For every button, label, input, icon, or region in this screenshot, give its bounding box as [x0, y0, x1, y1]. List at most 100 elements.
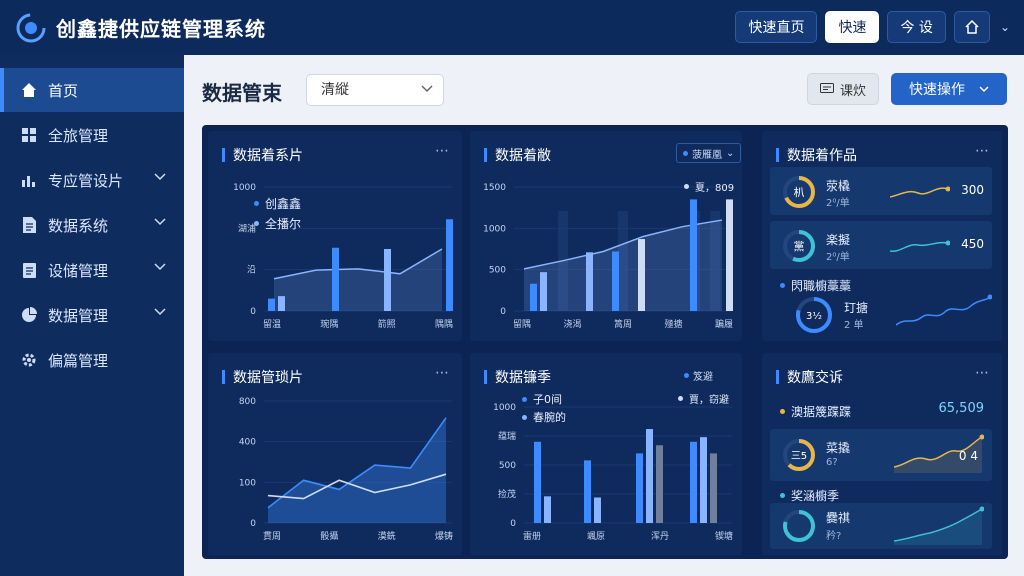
stat-card[interactable]: 三5 菜撬 6? 0 4: [770, 429, 992, 481]
y-tick-label: 500: [499, 461, 516, 471]
y-tick-label: 蕴瑞: [498, 430, 516, 442]
quick-action-label: 快速操作: [909, 82, 965, 98]
bar: [584, 460, 591, 523]
gear-icon: [20, 351, 38, 369]
y-tick-label: 1000: [493, 403, 516, 413]
x-tick-label: 锲塘: [715, 530, 733, 542]
panel-chart-3: 数据管琐片 ⋯ 800 400 100 0 貫周 骰攝 漠銑 爆铸: [208, 353, 462, 555]
sidebar-item-data-system[interactable]: 数据系统: [0, 203, 184, 247]
y-tick-label: 800: [239, 397, 256, 407]
bar: [612, 251, 619, 311]
card-label: 菜撬: [826, 441, 851, 455]
y-tick-label: 0: [500, 307, 506, 317]
settings-button[interactable]: 今 设: [887, 11, 946, 43]
legend-label: 子0间: [533, 393, 562, 406]
sidebar-item-global[interactable]: 全旅管理: [0, 113, 184, 157]
main-header: 数据管束 清縦 课炊 快速操作: [184, 55, 1024, 123]
progress-ring: 朳: [783, 176, 815, 208]
card-label: 玎搪: [844, 301, 869, 315]
bar: [594, 497, 601, 523]
ring-label: 3⅟₂: [806, 311, 822, 322]
card-value: 300: [961, 183, 984, 197]
stat-card[interactable]: 爨祺 矜?: [770, 503, 992, 549]
section-label-text: 奖涵櫥季: [791, 489, 840, 503]
card-value: 450: [961, 237, 984, 251]
panel-cards-1: 数据着作品 ⋯ 朳 荥橇 2⁰/单 300 黨 楽擬 2⁰/单 450 閃職櫥藁…: [762, 131, 1002, 341]
sidebar-item-label: 专应管设片: [48, 171, 124, 190]
pie-chart-icon: [20, 306, 38, 324]
legend-item: 春腕的: [522, 409, 566, 425]
sparkline: [896, 294, 992, 326]
y-tick-label: 0: [510, 519, 516, 529]
legend-item: 全播尔: [254, 215, 301, 232]
sidebar-item-label: 设储管理: [48, 261, 109, 280]
bar: [586, 252, 593, 311]
ring-label: 黨: [794, 239, 805, 253]
card-sub: 2⁰/单: [826, 198, 850, 209]
card-sub: 2⁰/单: [826, 252, 850, 263]
sidebar-item-storage[interactable]: 设储管理: [0, 248, 184, 292]
section-label-text: 閃職櫥藁藁: [791, 279, 852, 293]
y-tick-label: 400: [239, 438, 256, 448]
y-tick-label: 100: [239, 478, 256, 488]
bar: [636, 453, 643, 523]
ring-label: 三5: [791, 451, 807, 462]
bar: [530, 283, 537, 311]
y-tick-label: 0: [250, 519, 256, 529]
panel-chart-2: 数据着敝 菠雁凰 ⌄ 1500 1000 500 0 留隅 浇渴 篙周 殛搪 蹁履 夏，809: [470, 131, 742, 341]
chevron-down-icon[interactable]: ⌄: [1000, 20, 1010, 34]
sidebar-item-settings[interactable]: 偏篇管理: [0, 338, 184, 382]
card-sub: 6?: [826, 457, 838, 468]
sidebar-item-special[interactable]: 专应管设片: [0, 158, 184, 202]
y-tick-label: 500: [489, 266, 506, 276]
filter-select[interactable]: 清縦: [306, 74, 444, 106]
x-tick-label: 殛搪: [664, 318, 682, 330]
stat-row-label: 澳据篾蹀蹀: [791, 405, 852, 419]
legend-item: 子0间: [522, 391, 562, 407]
card-sub: 2 单: [844, 320, 864, 331]
stat-card[interactable]: 黨 楽擬 2⁰/单 450: [770, 221, 992, 269]
y-tick-label: 捡茂: [498, 488, 516, 500]
x-tick-label: 爆铸: [435, 530, 453, 542]
chart-4: 1000 蕴瑞 500 捡茂 0 雷册 颯原 浑丹 锲塘: [493, 403, 733, 542]
sidebar-item-label: 数据系统: [48, 216, 109, 235]
y-tick-label: 1000: [483, 224, 506, 234]
progress-ring: 黨: [783, 230, 815, 262]
stat-card[interactable]: 朳 荥橇 2⁰/单 300: [770, 167, 992, 215]
legend-label: 全播尔: [265, 217, 302, 231]
panel-cards-2: 数鷹交诉 ⋯ 澳据篾蹀蹀 65,509 三5 菜撬 6? 0 4 奖涵櫥季 爨祺…: [762, 353, 1002, 555]
x-tick-label: 留温: [263, 318, 281, 330]
x-tick-label: 貫周: [263, 531, 281, 542]
bar: [690, 441, 697, 523]
chevron-down-icon: [421, 85, 433, 93]
home-icon-button[interactable]: [953, 11, 990, 43]
bar: [540, 272, 547, 311]
quick-action-button[interactable]: 快速操作: [891, 73, 1007, 105]
bar: [446, 219, 453, 311]
bar: [278, 296, 285, 311]
card-label: 爨祺: [826, 511, 851, 525]
quick-home-button[interactable]: 快速直页: [735, 11, 818, 43]
card-value: 0 4: [958, 449, 978, 463]
quick-button[interactable]: 快速: [825, 11, 880, 43]
panel-chart-1: 数据着系片 ⋯ 1000 湖浦沿 0 留温 琬隅 箭照 隅隅 创鑫鑫 全播尔: [208, 131, 462, 341]
sidebar-item-label: 偏篇管理: [48, 351, 109, 370]
area-fill: [268, 417, 446, 523]
sidebar-item-data-mgmt[interactable]: 数据管理: [0, 293, 184, 337]
progress-ring: 三5: [783, 439, 815, 471]
bar: [268, 298, 275, 311]
sparkline: [890, 240, 950, 252]
x-tick-label: 颯原: [587, 531, 605, 542]
ring-label: 朳: [794, 185, 805, 199]
area-fill: [274, 249, 442, 311]
more-icon[interactable]: ⋯: [975, 365, 990, 381]
message-button[interactable]: 课炊: [807, 73, 879, 105]
chart-2: 1500 1000 500 0 留隅 浇渴 篙周 殛搪 蹁履: [483, 183, 733, 330]
y-tick-label: 0: [250, 307, 256, 317]
sidebar-item-home[interactable]: 首页: [0, 68, 184, 112]
chevron-down-icon: [154, 173, 166, 181]
progress-ring: 3⅟₂: [796, 297, 832, 333]
bar: [656, 445, 663, 523]
more-icon[interactable]: ⋯: [975, 143, 990, 159]
grid-icon: [20, 126, 38, 144]
